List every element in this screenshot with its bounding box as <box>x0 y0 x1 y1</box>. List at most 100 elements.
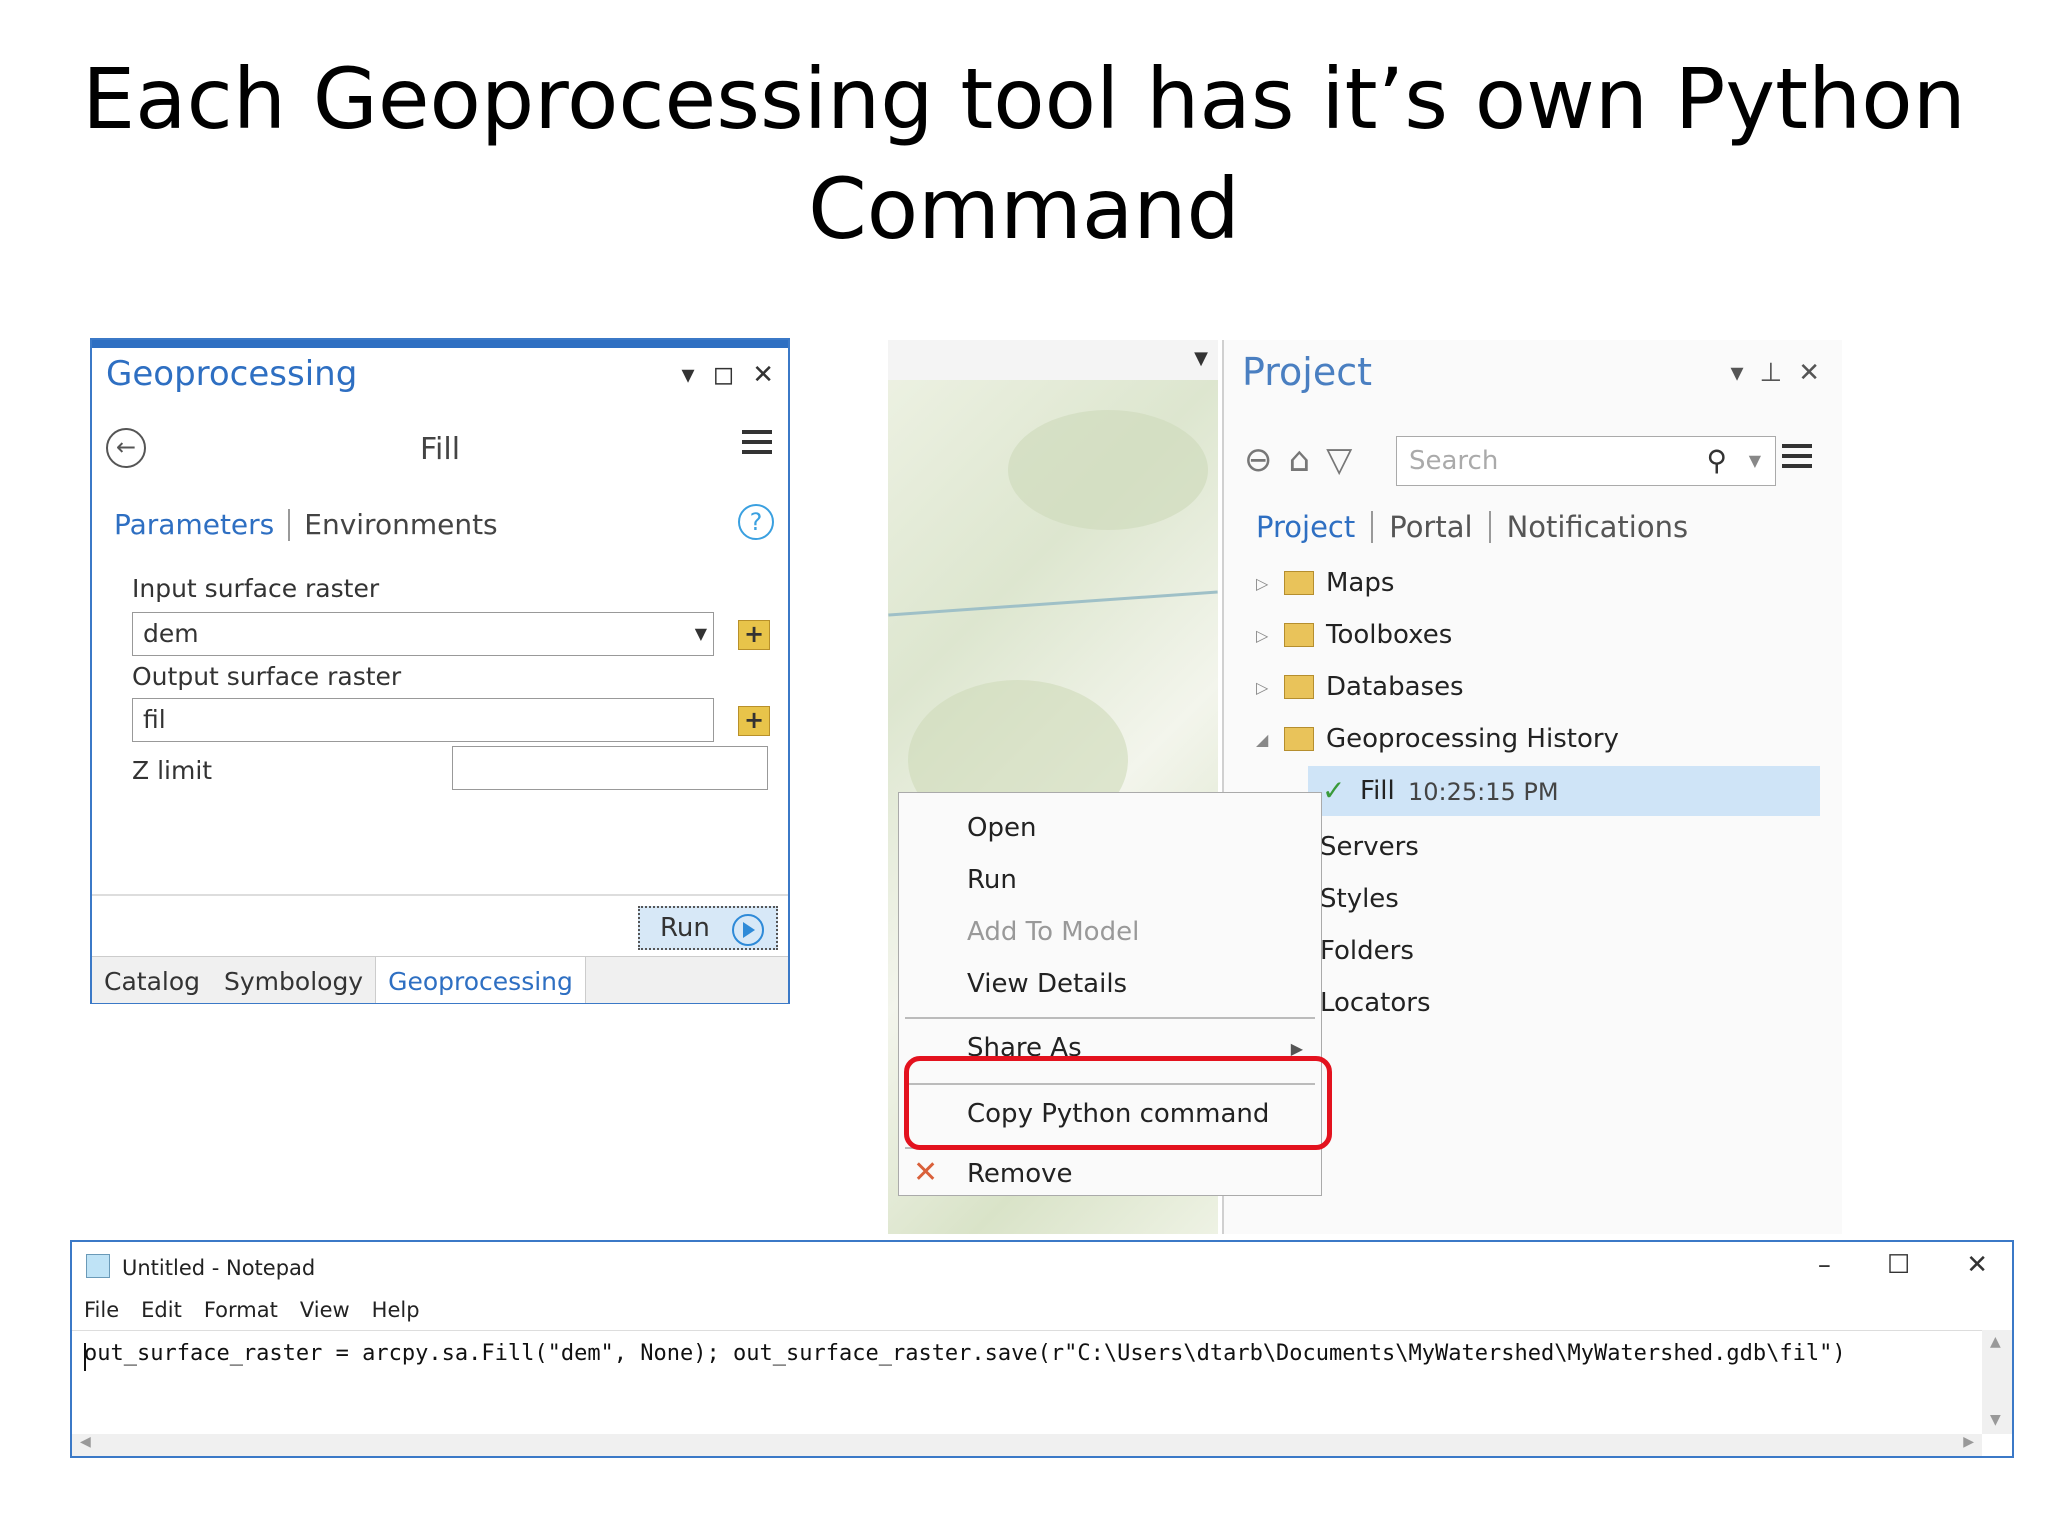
input-raster-label: Input surface raster <box>132 574 380 603</box>
history-tool-name: Fill <box>1360 776 1395 806</box>
tab-geoprocessing[interactable]: Geoprocessing <box>375 957 586 1003</box>
terrain-shading <box>1008 410 1208 530</box>
text-editor[interactable]: out_surface_raster = arcpy.sa.Fill("dem"… <box>72 1330 1982 1435</box>
history-entry-fill[interactable]: ✓ Fill 10:25:15 PM <box>1308 766 1820 816</box>
restore-icon[interactable]: ◻ <box>713 360 735 390</box>
help-icon[interactable]: ? <box>738 504 774 540</box>
vertical-scrollbar[interactable]: ▲ ▼ <box>1982 1330 2012 1434</box>
history-timestamp: 10:25:15 PM <box>1408 778 1559 806</box>
scroll-down-icon[interactable]: ▼ <box>1990 1412 2001 1428</box>
menu-bar: File Edit Format View Help <box>84 1298 420 1322</box>
folder-icon <box>1284 727 1314 751</box>
scroll-up-icon[interactable]: ▲ <box>1990 1334 2001 1350</box>
menu-format[interactable]: Format <box>204 1298 278 1322</box>
tab-project[interactable]: Project <box>1256 510 1355 544</box>
tree-item-servers[interactable]: Servers <box>1320 832 1419 862</box>
dropdown-arrow-icon[interactable]: ▼ <box>695 613 707 655</box>
expand-arrow-icon[interactable]: ▷ <box>1256 626 1276 645</box>
tree-item-label: Maps <box>1326 568 1395 598</box>
menu-view[interactable]: View <box>300 1298 350 1322</box>
collapse-arrow-icon[interactable]: ◢ <box>1256 730 1276 749</box>
tree-item-label: Databases <box>1326 672 1464 702</box>
input-raster-value: dem <box>143 619 199 648</box>
tab-catalog[interactable]: Catalog <box>92 957 212 1003</box>
menu-file[interactable]: File <box>84 1298 119 1322</box>
hamburger-menu-icon[interactable] <box>1782 444 1812 474</box>
slide-title-line1: Each Geoprocessing tool has it’s own Pyt… <box>82 50 1966 148</box>
pane-window-controls: ▾ ◻ ✕ <box>682 360 774 390</box>
minimize-icon[interactable]: – <box>1818 1250 1831 1280</box>
gp-tabs: Parameters Environments <box>114 508 498 541</box>
tree-item-label: Toolboxes <box>1326 620 1453 650</box>
notepad-icon <box>86 1254 110 1278</box>
scroll-right-icon[interactable]: ▶ <box>1963 1434 1974 1450</box>
expand-arrow-icon[interactable]: ▷ <box>1256 574 1276 593</box>
filter-icon[interactable]: ▽ <box>1326 440 1352 480</box>
menu-item-remove[interactable]: Remove <box>967 1159 1073 1189</box>
tree-item-styles[interactable]: Styles <box>1320 884 1399 914</box>
search-placeholder: Search <box>1409 446 1499 476</box>
slide-title-line2: Command <box>808 160 1240 258</box>
pane-title: Geoprocessing <box>106 354 358 394</box>
output-raster-value: fil <box>143 705 166 734</box>
horizontal-scrollbar[interactable]: ◀ ▶ <box>72 1434 1982 1456</box>
home-icon[interactable]: ⌂ <box>1289 440 1311 480</box>
tab-notifications[interactable]: Notifications <box>1507 510 1689 544</box>
input-raster-field[interactable]: dem ▼ <box>132 612 714 656</box>
maximize-icon[interactable]: ☐ <box>1887 1250 1910 1280</box>
footer-divider <box>92 894 788 896</box>
project-tabs: Project Portal Notifications <box>1256 510 1688 544</box>
output-raster-field[interactable]: fil <box>132 698 714 742</box>
tree-item-databases[interactable]: ▷ Databases <box>1256 672 1464 702</box>
tree-item-locators[interactable]: Locators <box>1320 988 1431 1018</box>
chevron-down-icon[interactable]: ▾ <box>682 360 695 390</box>
menu-edit[interactable]: Edit <box>141 1298 182 1322</box>
zlimit-field[interactable] <box>452 746 768 790</box>
back-arrow-icon[interactable]: ⊖ <box>1244 440 1273 480</box>
bottom-tabs: Catalog Symbology Geoprocessing <box>92 956 788 1003</box>
search-input[interactable]: Search ⚲ ▼ <box>1396 436 1776 486</box>
geoprocessing-pane: Geoprocessing ▾ ◻ ✕ ← Fill Parameters En… <box>90 338 790 1004</box>
close-icon[interactable]: ✕ <box>1966 1250 1988 1280</box>
close-icon[interactable]: ✕ <box>752 360 774 390</box>
menu-item-view-details[interactable]: View Details <box>967 969 1127 999</box>
window-title: Untitled - Notepad <box>122 1256 316 1280</box>
scroll-left-icon[interactable]: ◀ <box>80 1434 91 1450</box>
folder-icon <box>1284 623 1314 647</box>
menu-help[interactable]: Help <box>372 1298 420 1322</box>
tab-divider <box>1371 511 1374 543</box>
pin-icon[interactable]: ⊥ <box>1760 358 1783 388</box>
search-icon[interactable]: ⚲ <box>1706 437 1727 485</box>
tab-parameters[interactable]: Parameters <box>114 508 274 541</box>
text-caret <box>84 1343 86 1371</box>
map-header: ▼ <box>888 340 1218 380</box>
chevron-down-icon[interactable]: ▼ <box>1194 348 1208 369</box>
tree-item-maps[interactable]: ▷ Maps <box>1256 568 1394 598</box>
menu-item-run[interactable]: Run <box>967 865 1017 895</box>
notepad-titlebar: Untitled - Notepad – ☐ ✕ <box>72 1242 2012 1288</box>
river-line <box>888 590 1218 617</box>
tree-item-toolboxes[interactable]: ▷ Toolboxes <box>1256 620 1452 650</box>
run-button[interactable]: Run <box>638 906 778 950</box>
expand-arrow-icon[interactable]: ▷ <box>1256 678 1276 697</box>
tab-environments[interactable]: Environments <box>304 508 497 541</box>
tree-item-folders[interactable]: Folders <box>1320 936 1414 966</box>
tab-portal[interactable]: Portal <box>1389 510 1472 544</box>
remove-x-icon: ✕ <box>913 1155 939 1190</box>
dropdown-arrow-icon[interactable]: ▼ <box>1749 437 1761 485</box>
tree-item-geoprocessing-history[interactable]: ◢ Geoprocessing History <box>1256 724 1619 754</box>
tab-divider <box>288 508 291 541</box>
tab-symbology[interactable]: Symbology <box>212 957 375 1003</box>
pane-window-controls: ▾ ⊥ ✕ <box>1730 358 1820 388</box>
red-highlight-box <box>904 1056 1332 1150</box>
close-icon[interactable]: ✕ <box>1798 358 1820 388</box>
menu-item-open[interactable]: Open <box>967 813 1036 843</box>
menu-item-add-to-model: Add To Model <box>967 917 1140 947</box>
hamburger-menu-icon[interactable] <box>742 430 772 460</box>
success-check-icon: ✓ <box>1322 774 1346 807</box>
editor-content: out_surface_raster = arcpy.sa.Fill("dem"… <box>84 1341 1846 1366</box>
browse-folder-icon[interactable]: + <box>738 706 770 736</box>
browse-folder-icon[interactable]: + <box>738 620 770 650</box>
chevron-down-icon[interactable]: ▾ <box>1730 358 1743 388</box>
menu-divider <box>905 1017 1315 1019</box>
